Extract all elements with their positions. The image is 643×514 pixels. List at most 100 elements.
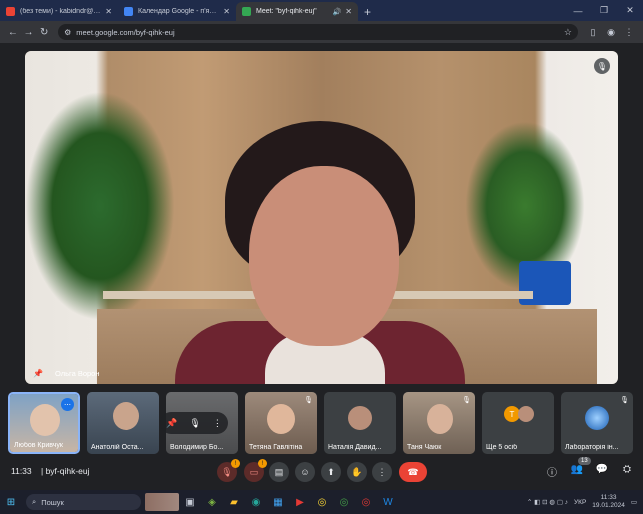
tab-gmail[interactable]: (без теми) - kabidndr@gmail.c ✕ — [0, 2, 118, 21]
tray-icons[interactable]: ⌃ ◧ ⊡ ◍ ▢ ♪ — [527, 498, 568, 506]
os-taskbar: ⊞ ⌕ Пошук ▣ ◈ ▰ ◉ ▦ ▶ ◎ ◎ ◎ W ⌃ ◧ ⊡ ◍ ▢ … — [0, 490, 643, 514]
search-highlight-image[interactable] — [145, 493, 179, 511]
participant-avatar — [348, 406, 372, 430]
system-tray: ⌃ ◧ ⊡ ◍ ▢ ♪ УКР 11:33 19.01.2024 ▭ — [527, 490, 637, 514]
url-text: meet.google.com/byf-qihk-euj — [76, 27, 175, 37]
people-count-badge: 13 — [578, 457, 591, 465]
mic-muted-icon: 🎙 — [462, 397, 471, 404]
address-bar[interactable]: ⚙ meet.google.com/byf-qihk-euj ☆ — [58, 24, 578, 40]
search-placeholder: Пошук — [41, 497, 64, 507]
more-options-icon[interactable]: ⋯ — [61, 398, 74, 411]
info-icon[interactable]: ⓘ — [544, 464, 560, 479]
meeting-code: | byf-qihk-euj — [41, 466, 90, 476]
pin-icon[interactable]: 📌 — [33, 369, 43, 378]
restore-icon[interactable]: ❐ — [591, 0, 617, 21]
raise-hand-button[interactable]: ✋ — [347, 462, 367, 482]
participant-tile[interactable]: 🎙 Тетяна Гавлітіна — [245, 392, 317, 454]
participant-tile[interactable]: Наталія Давид... — [324, 392, 396, 454]
taskbar-clock[interactable]: 11:33 19.01.2024 — [592, 494, 625, 510]
pin-icon[interactable]: 📌 — [166, 418, 177, 429]
captions-button[interactable]: ▤ — [269, 462, 289, 482]
close-icon[interactable]: ✕ — [345, 7, 352, 16]
participant-tile[interactable]: 🎙 Лабораторія ін... — [561, 392, 633, 454]
speaker-icon[interactable]: 🔊 — [333, 8, 342, 16]
meet-icon — [242, 7, 251, 16]
speaker-name: Ольга Ворон — [54, 369, 100, 378]
profile-icon[interactable]: ◉ — [602, 27, 620, 38]
more-options-icon[interactable]: ⋮ — [213, 418, 222, 429]
meeting-time: 11:33 — [11, 466, 32, 476]
menu-icon[interactable]: ⋮ — [620, 27, 638, 38]
widgets-icon[interactable]: ◈ — [201, 497, 223, 508]
gmail-icon — [6, 7, 15, 16]
main-speaker-video[interactable]: 🎙 📌 Ольга Ворон — [25, 51, 618, 384]
tab-label: Meet: "byf-qihk-euj" — [256, 8, 317, 15]
participant-name: Ще 5 осіб — [486, 444, 518, 451]
meeting-controls-bar: 11:33 | byf-qihk-euj 🎙! ▭! ▤ ☺ ⬆ ✋ ⋮ ☎ ⓘ… — [0, 458, 643, 486]
clock-time: 11:33 — [600, 494, 617, 501]
camera-toggle-button[interactable]: ▭! — [244, 459, 267, 482]
close-window-icon[interactable]: ✕ — [617, 0, 643, 21]
participant-name: Любов Кривчук — [14, 442, 63, 449]
tab-calendar[interactable]: Календар Google - п'ятниця, 1 ✕ — [118, 2, 236, 21]
windows-start-icon[interactable]: ⊞ — [0, 497, 22, 508]
speaker-name-label: 📌 Ольга Ворон — [33, 369, 100, 378]
participant-tile[interactable]: 🎙 Таня Чаюк — [403, 392, 475, 454]
tab-meet[interactable]: Meet: "byf-qihk-euj" 🔊 ✕ — [236, 2, 358, 21]
tab-label: (без теми) - kabidndr@gmail.c — [20, 8, 101, 15]
reactions-button[interactable]: ☺ — [295, 462, 315, 482]
participant-face — [267, 404, 295, 434]
site-info-icon[interactable]: ⚙ — [64, 28, 71, 37]
present-button[interactable]: ⬆ — [321, 462, 341, 482]
mic-muted-icon: 🎙 — [304, 397, 313, 404]
participant-tile-others[interactable]: T Ще 5 осіб — [482, 392, 554, 454]
forward-icon[interactable]: → — [21, 27, 37, 38]
close-icon[interactable]: ✕ — [223, 7, 230, 16]
participant-face — [427, 404, 453, 434]
participant-name: Анатолій Оста... — [91, 444, 144, 451]
bookmark-star-icon[interactable]: ☆ — [564, 27, 572, 38]
people-icon[interactable]: 👥 — [569, 464, 585, 475]
minimize-icon[interactable]: — — [565, 0, 591, 21]
participant-avatar — [518, 406, 534, 422]
mic-icon[interactable]: 🎙 — [189, 418, 200, 429]
participant-name: Володимир Бо... — [170, 444, 224, 451]
participant-name: Наталія Давид... — [328, 444, 382, 451]
file-explorer-icon[interactable]: ▰ — [223, 497, 245, 508]
store-icon[interactable]: ▦ — [267, 497, 289, 508]
video-app-icon[interactable]: ▶ — [289, 497, 311, 508]
activities-icon[interactable]: ⛭ — [619, 464, 635, 475]
participant-tile[interactable]: Анатолій Оста... — [87, 392, 159, 454]
back-icon[interactable]: ← — [5, 27, 21, 38]
chrome-icon[interactable]: ◎ — [311, 497, 333, 508]
close-icon[interactable]: ✕ — [105, 7, 112, 16]
warning-badge: ! — [258, 459, 267, 468]
hang-up-button[interactable]: ☎ — [399, 462, 427, 482]
calendar-icon — [124, 7, 133, 16]
chrome-icon[interactable]: ◎ — [333, 497, 355, 508]
reload-icon[interactable]: ↻ — [36, 27, 52, 38]
task-view-icon[interactable]: ▣ — [179, 497, 201, 508]
browser-tab-strip: (без теми) - kabidndr@gmail.c ✕ Календар… — [0, 0, 643, 21]
mic-muted-icon: 🎙 — [594, 58, 610, 74]
mic-toggle-button[interactable]: 🎙! — [217, 459, 240, 482]
chrome-icon[interactable]: ◎ — [355, 497, 377, 508]
language-indicator[interactable]: УКР — [574, 499, 586, 506]
participant-strip: ⋯ Любов Кривчук Анатолій Оста... Володим… — [8, 392, 636, 454]
participant-name: Таня Чаюк — [407, 444, 442, 451]
participant-name: Лабораторія ін... — [565, 444, 619, 451]
chat-icon[interactable]: 💬 — [594, 464, 610, 475]
search-icon: ⌕ — [32, 497, 37, 506]
word-icon[interactable]: W — [377, 497, 399, 508]
taskbar-search[interactable]: ⌕ Пошук — [26, 494, 141, 510]
participant-face — [113, 402, 139, 430]
participant-name: Тетяна Гавлітіна — [249, 444, 303, 451]
more-options-button[interactable]: ⋮ — [372, 462, 392, 482]
sidepanel-icon[interactable]: ▯ — [584, 27, 602, 38]
notifications-icon[interactable]: ▭ — [631, 498, 637, 506]
tile-hover-controls: 📌 🎙 ⋮ — [160, 412, 228, 434]
edge-icon[interactable]: ◉ — [245, 497, 267, 508]
new-tab-button[interactable]: + — [358, 2, 377, 21]
participant-tile[interactable]: ⋯ Любов Кривчук — [8, 392, 80, 454]
tab-label: Календар Google - п'ятниця, 1 — [138, 8, 219, 15]
